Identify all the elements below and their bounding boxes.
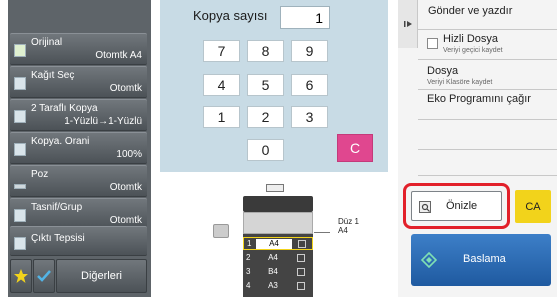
- start-button[interactable]: Baslama: [411, 234, 551, 286]
- sort-group-value: Otomtk: [109, 215, 142, 226]
- machine-preview: Düz 1 A4 1 A4 2 A4 3 B4 4 A3: [188, 180, 398, 297]
- file-button[interactable]: Dosya Veriyi Klasöre kaydet: [418, 60, 557, 90]
- more-label: Diğerleri: [81, 270, 122, 282]
- favorite-button[interactable]: [10, 259, 32, 293]
- tray-3[interactable]: 3 B4: [243, 266, 313, 279]
- quick-file-checkbox[interactable]: [427, 38, 438, 49]
- duplex-copy-icon: [14, 110, 26, 123]
- check-button[interactable]: [33, 259, 55, 293]
- output-pointer-line: [314, 232, 330, 233]
- panel-collapse-button[interactable]: [398, 0, 418, 48]
- exposure-label: Poz: [31, 169, 49, 180]
- sidebar-bottom-bar: Diğerleri: [8, 259, 151, 293]
- tray-3-size: B4: [268, 267, 278, 276]
- paper-select-label: Kağıt Seç: [31, 70, 75, 81]
- exposure-value: Otomtk: [109, 182, 142, 193]
- tray-3-paper-icon: [297, 268, 305, 276]
- key-7[interactable]: 7: [203, 40, 240, 62]
- key-3[interactable]: 3: [291, 106, 328, 128]
- copy-count-display[interactable]: 1: [280, 6, 330, 29]
- eco-program-button[interactable]: Eko Programını çağır: [418, 90, 557, 120]
- paper-select-icon: [14, 77, 26, 90]
- settings-sidebar: Orijinal Otomtk A4 Kağıt Seç Otomtk 2 Ta…: [8, 0, 151, 297]
- duplex-copy-button[interactable]: 2 Taraflı Kopya 1-Yüzlü→1-Yüzlü: [10, 99, 147, 131]
- panel-collapse-icon: [403, 21, 412, 27]
- tray-4-number: 4: [246, 281, 251, 290]
- quick-file-button[interactable]: Hizli Dosya Veriyi geçici kaydet: [418, 30, 557, 60]
- send-and-print-label: Gönder ve yazdır: [428, 5, 513, 17]
- copy-ratio-value: 100%: [116, 149, 142, 160]
- star-icon: [14, 269, 28, 283]
- sort-group-label: Tasnif/Grup: [31, 202, 83, 213]
- empty-row: [418, 150, 557, 176]
- side-finisher-icon: [213, 224, 229, 238]
- tray-1-number: 1: [247, 239, 252, 248]
- exposure-icon: [14, 184, 26, 189]
- duplex-copy-label: 2 Taraflı Kopya: [31, 103, 98, 114]
- key-8[interactable]: 8: [247, 40, 284, 62]
- preview-label: Önizle: [446, 200, 478, 212]
- action-panel: Gönder ve yazdır Hizli Dosya Veriyi geçi…: [398, 0, 557, 297]
- copy-ratio-icon: [14, 143, 26, 156]
- output-tray-button[interactable]: Çıktı Tepsisi: [10, 226, 147, 256]
- key-2[interactable]: 2: [247, 106, 284, 128]
- tray-1[interactable]: 1 A4: [243, 237, 313, 250]
- eco-program-label: Eko Programını çağır: [427, 93, 531, 105]
- file-sub: Veriyi Klasöre kaydet: [427, 79, 493, 86]
- copy-ratio-button[interactable]: Kopya. Orani 100%: [10, 132, 147, 164]
- preview-button[interactable]: Önizle: [411, 191, 502, 221]
- copy-ratio-label: Kopya. Orani: [31, 136, 90, 147]
- paper-trays: 1 A4 2 A4 3 B4 4 A3: [243, 234, 313, 297]
- key-0[interactable]: 0: [247, 139, 284, 161]
- scanner-unit: [243, 196, 313, 212]
- tray-4-paper-icon: [297, 282, 305, 290]
- clear-all-button[interactable]: CA: [515, 190, 551, 223]
- output-paper-type: Düz 1: [338, 217, 359, 226]
- sort-group-icon: [14, 209, 26, 222]
- preview-magnifier-icon: [419, 201, 431, 213]
- copy-count-title: Kopya sayısı: [193, 8, 268, 23]
- exposure-button[interactable]: Poz Otomtk: [10, 165, 147, 197]
- output-tray-icon: [14, 237, 26, 250]
- tray-2-number: 2: [246, 253, 251, 262]
- original-button[interactable]: Orijinal Otomtk A4: [10, 33, 147, 65]
- start-diamond-icon: [421, 252, 437, 268]
- start-label: Baslama: [463, 253, 506, 265]
- tray-4-size: A3: [268, 281, 278, 290]
- key-4[interactable]: 4: [203, 74, 240, 96]
- clear-key[interactable]: C: [337, 134, 373, 162]
- original-value: Otomtk A4: [95, 50, 142, 61]
- key-5[interactable]: 5: [247, 74, 284, 96]
- original-doc-icon: [14, 44, 26, 57]
- empty-row: [418, 120, 557, 150]
- copy-count-keypad: Kopya sayısı 1 7 8 9 4 5 6 1 2 3 0 C: [160, 0, 388, 172]
- key-6[interactable]: 6: [291, 74, 328, 96]
- paper-select-value: Otomtk: [109, 83, 142, 94]
- quick-file-label: Hizli Dosya: [443, 33, 499, 45]
- tray-4[interactable]: 4 A3: [243, 280, 313, 293]
- output-tray-label: Çıktı Tepsisi: [31, 233, 85, 244]
- check-icon: [37, 270, 51, 282]
- key-1[interactable]: 1: [203, 106, 240, 128]
- tray-2-paper-icon: [297, 254, 305, 262]
- tray-2-size: A4: [268, 253, 278, 262]
- duplex-copy-value: 1-Yüzlü→1-Yüzlü: [64, 116, 142, 127]
- output-paper-size: A4: [338, 226, 348, 235]
- original-label: Orijinal: [31, 37, 63, 48]
- tray-1-paper-icon: [298, 240, 306, 248]
- key-9[interactable]: 9: [291, 40, 328, 62]
- quick-file-sub: Veriyi geçici kaydet: [443, 47, 503, 54]
- more-button[interactable]: Diğerleri: [56, 259, 147, 293]
- printer-body: [243, 212, 313, 234]
- original-tray-icon: [266, 184, 284, 192]
- tray-3-number: 3: [246, 267, 251, 276]
- tray-2[interactable]: 2 A4: [243, 252, 313, 265]
- send-and-print-button[interactable]: Gönder ve yazdır: [418, 0, 557, 30]
- file-label: Dosya: [427, 65, 459, 77]
- paper-select-button[interactable]: Kağıt Seç Otomtk: [10, 66, 147, 98]
- tray-1-size: A4: [256, 239, 292, 249]
